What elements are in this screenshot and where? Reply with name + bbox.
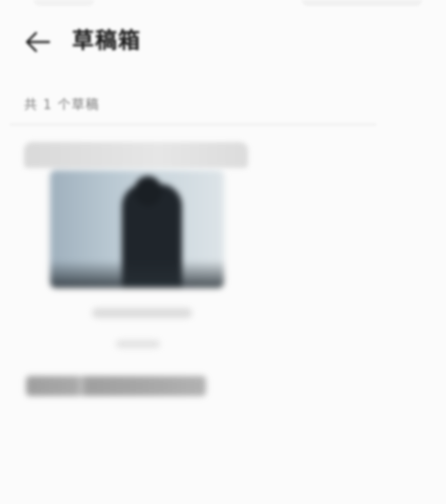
- thumbnail-figure-head: [134, 176, 162, 206]
- arrow-left-icon: [25, 31, 51, 53]
- card-caption: [92, 308, 192, 318]
- page-title: 草稿箱: [72, 29, 142, 54]
- divider: [10, 124, 376, 125]
- draft-thumbnail: [50, 170, 224, 288]
- status-bar-left: [34, 0, 94, 6]
- draft-title: [26, 376, 206, 396]
- thumbnail-shade: [50, 260, 224, 288]
- header: 草稿箱: [0, 20, 446, 64]
- draft-card[interactable]: [24, 140, 250, 420]
- card-header-bar: [24, 142, 248, 168]
- back-button[interactable]: [22, 26, 54, 58]
- card-subcaption: [116, 340, 160, 348]
- draft-count: 共 1 个草稿: [24, 98, 100, 113]
- status-bar-right: [302, 0, 422, 6]
- drafts-page: 草稿箱 共 1 个草稿: [0, 0, 446, 504]
